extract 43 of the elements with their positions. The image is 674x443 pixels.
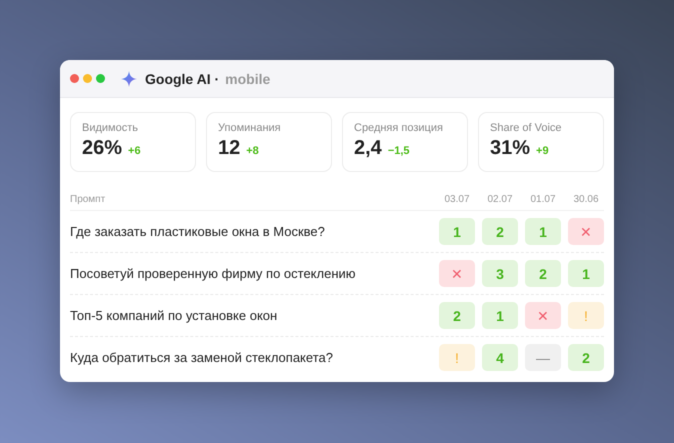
metric-label: Share of Voice bbox=[490, 122, 563, 134]
prompt-text: Где заказать пластиковые окна в Москве? bbox=[70, 224, 326, 239]
column-header: 01.07 bbox=[529, 194, 557, 204]
status-cell: 4 bbox=[482, 344, 518, 371]
status-cell: ! bbox=[439, 344, 475, 371]
metric-delta: +9 bbox=[536, 145, 549, 157]
metric-value: 12 bbox=[218, 137, 240, 160]
status-cell: ✕ bbox=[568, 218, 604, 245]
sparkle-icon bbox=[121, 70, 137, 86]
status-cell: 2 bbox=[439, 302, 475, 329]
prompt-text: Посоветуй проверенную фирму по остеклению bbox=[70, 266, 357, 281]
prompt-text: Куда обратиться за заменой стеклопакета? bbox=[70, 350, 334, 365]
status-cell: 2 bbox=[525, 260, 561, 287]
status-cell: ✕ bbox=[439, 260, 475, 287]
metric-delta: +8 bbox=[246, 145, 259, 157]
column-header: 03.07 bbox=[443, 194, 471, 204]
status-cell: 1 bbox=[525, 218, 561, 245]
metric-value: 26% bbox=[82, 137, 122, 160]
column-header: 30.06 bbox=[572, 194, 600, 204]
window-subtitle: mobile bbox=[225, 70, 270, 86]
status-cell: 1 bbox=[568, 260, 604, 287]
minimize-button[interactable] bbox=[83, 74, 92, 83]
status-cell: 3 bbox=[482, 260, 518, 287]
status-cell: 2 bbox=[482, 218, 518, 245]
status-cell: — bbox=[525, 344, 561, 371]
window-title: Google AI · bbox=[145, 70, 220, 86]
metric-label: Средняя позиция bbox=[354, 122, 444, 134]
status-cell: 2 bbox=[568, 344, 604, 371]
status-cell: 1 bbox=[439, 218, 475, 245]
column-header: 02.07 bbox=[486, 194, 514, 204]
metric-delta: +6 bbox=[128, 145, 141, 157]
metric-delta: −1,5 bbox=[388, 145, 410, 157]
maximize-button[interactable] bbox=[96, 74, 105, 83]
column-header: Промпт bbox=[70, 194, 106, 204]
metric-value: 31% bbox=[490, 137, 530, 160]
prompt-text: Топ-5 компаний по установке окон bbox=[70, 308, 278, 323]
metric-label: Видимость bbox=[82, 122, 139, 134]
metric-label: Упоминания bbox=[218, 122, 282, 134]
status-cell: ✕ bbox=[525, 302, 561, 329]
status-cell: 1 bbox=[482, 302, 518, 329]
metric-value: 2,4 bbox=[354, 137, 382, 160]
close-button[interactable] bbox=[70, 74, 79, 83]
status-cell: ! bbox=[568, 302, 604, 329]
